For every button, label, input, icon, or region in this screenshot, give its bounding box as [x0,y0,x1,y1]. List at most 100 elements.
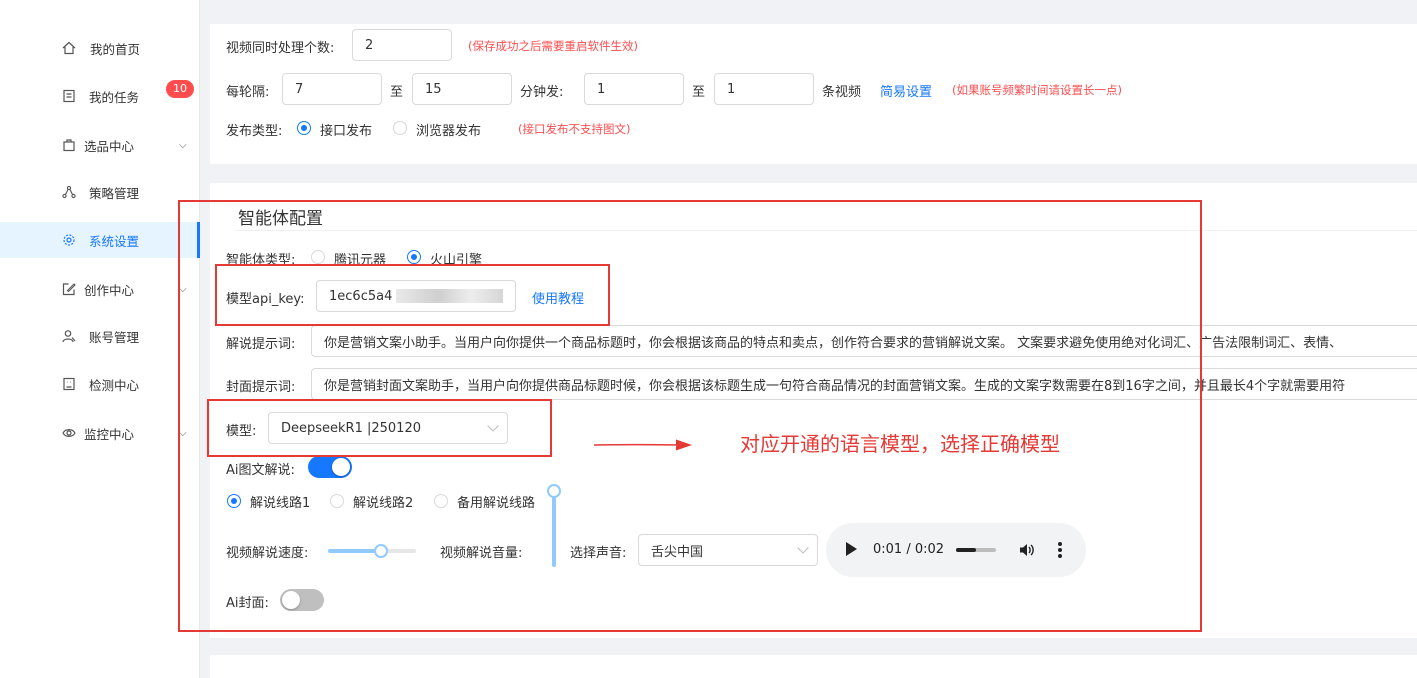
sidebar-item-label: 创作中心 [84,282,135,298]
sidebar-item-product-selection[interactable]: 选品中心 ⌵ [0,127,200,163]
route-option-label: 备用解说线路 [457,496,536,511]
toggle-knob [282,591,300,609]
tutorial-link[interactable]: 使用教程 [532,288,584,307]
concurrent-hint: (保存成功之后需要重启软件生效) [468,39,638,53]
sidebar-item-detection[interactable]: 检测中心 [0,366,200,402]
ai-cover-toggle[interactable] [280,589,324,611]
voice-select[interactable]: 舌尖中国 [638,534,818,566]
voice-select-value: 舌尖中国 [651,544,704,560]
narration-prompt-input[interactable]: 你是营销文案小助手。当用户向你提供一个商品标题时，你会根据该商品的特点和卖点，创… [311,325,1417,357]
route-backup-radio[interactable] [434,494,448,508]
volume-label: 视频解说音量: [440,546,523,561]
to-label: 至 [692,85,706,100]
ai-narration-toggle[interactable] [308,456,352,478]
annotation-arrow-icon [593,439,692,451]
sidebar-item-strategy[interactable]: 策略管理 [0,174,200,210]
chevron-down-icon [487,420,499,432]
chevron-down-icon: ⌵ [179,139,187,151]
speed-slider-handle[interactable] [373,544,388,558]
sidebar-item-label: 账号管理 [89,329,140,345]
sidebar-item-label: 我的首页 [90,41,141,57]
section-divider [236,230,1417,231]
model-select-value: DeepseekR1 |250120 [281,420,421,436]
ai-cover-label: Ai封面: [226,596,269,611]
play-icon[interactable] [846,542,857,556]
sidebar-item-accounts[interactable]: 账号管理 [0,318,200,354]
speed-slider[interactable] [328,544,416,558]
next-section-card [210,655,1417,678]
api-key-input[interactable]: 1ec6c5a4 [316,280,516,312]
agent-type-label: 智能体类型: [226,253,296,268]
sidebar-item-label: 检测中心 [89,377,140,393]
user-icon [62,329,76,343]
eye-icon [62,426,76,440]
sidebar-item-label: 选品中心 [84,138,135,154]
api-key-value: 1ec6c5a4 [329,288,393,304]
video-settings-card: 视频同时处理个数: 2 (保存成功之后需要重启软件生效) 每轮隔: 7 至 15… [210,24,1417,164]
model-label: 模型: [226,424,257,439]
volume-slider[interactable] [547,484,561,567]
edit-icon [62,282,76,296]
publish-api-radio[interactable] [297,121,311,135]
interval-hint: (如果账号频繁时间请设置长一点) [952,83,1122,97]
narration-prompt-label: 解说提示词: [226,337,296,352]
sidebar-item-settings[interactable]: 系统设置 [0,222,200,258]
speed-label: 视频解说速度: [226,546,309,561]
interval-to-input[interactable]: 15 [412,73,512,105]
minutes-label: 分钟发: [520,85,564,100]
speed-slider-fill [328,549,381,553]
annotation-text: 对应开通的语言模型，选择正确模型 [740,432,1060,456]
cover-prompt-input[interactable]: 你是营销封面文案助手，当用户向你提供商品标题时候，你会根据该标题生成一句符合商品… [311,368,1417,400]
interval-from-input[interactable]: 7 [282,73,382,105]
agent-type-volcano-radio[interactable] [407,250,421,264]
route-2-radio[interactable] [330,494,344,508]
section-title: 智能体配置 [238,209,323,229]
api-key-label: 模型api_key: [226,292,305,307]
cover-prompt-label: 封面提示词: [226,380,296,395]
agent-type-tencent-radio[interactable] [311,250,325,264]
sidebar-item-creation[interactable]: 创作中心 ⌵ [0,271,200,307]
audio-progress-fill [956,548,976,552]
more-options-icon[interactable] [1058,542,1062,558]
gear-icon [62,233,76,247]
agent-type-option-label: 火山引擎 [430,253,483,268]
ai-narration-label: Ai图文解说: [226,463,295,478]
task-icon [62,89,76,103]
volume-icon[interactable] [1018,541,1036,563]
concurrent-label: 视频同时处理个数: [226,41,335,56]
route-1-radio[interactable] [227,494,241,508]
concurrent-input[interactable]: 2 [352,29,452,61]
model-select[interactable]: DeepseekR1 |250120 [268,412,508,444]
interval-label: 每轮隔: [226,85,270,100]
sidebar-item-monitoring[interactable]: 监控中心 ⌵ [0,415,200,451]
toggle-knob [332,458,350,476]
to-label: 至 [390,85,404,100]
publish-type-label: 发布类型: [226,124,283,139]
sidebar-item-tasks[interactable]: 我的任务 10 [0,78,200,114]
publish-browser-radio[interactable] [393,121,407,135]
monitor-icon [62,377,76,391]
volume-slider-handle[interactable] [547,484,561,498]
audio-player: 0:01 / 0:02 [826,523,1086,577]
count-from-input[interactable]: 1 [584,73,684,105]
chevron-down-icon: ⌵ [179,283,187,295]
videos-label: 条视频 [822,85,862,100]
voice-label: 选择声音: [570,546,627,561]
sidebar-item-label: 我的任务 [89,89,140,105]
publish-option-label: 接口发布 [320,124,373,139]
route-option-label: 解说线路2 [353,496,414,511]
publish-option-label: 浏览器发布 [416,124,482,139]
chevron-down-icon: ⌵ [179,427,187,439]
simple-settings-link[interactable]: 简易设置 [880,81,932,100]
sidebar: 我的首页 我的任务 10 选品中心 ⌵ 策略管理 系统设置 创作中心 ⌵ 账号管… [0,0,200,678]
sidebar-item-label: 策略管理 [89,185,140,201]
sidebar-item-label: 监控中心 [84,426,135,442]
volume-slider-fill [552,491,556,567]
strategy-icon [62,185,76,199]
audio-progress-bar[interactable] [956,548,996,552]
count-to-input[interactable]: 1 [714,73,814,105]
audio-time: 0:01 / 0:02 [873,542,945,557]
sidebar-item-home[interactable]: 我的首页 [0,30,200,66]
publish-hint: (接口发布不支持图文) [518,122,631,136]
bag-icon [62,138,76,152]
